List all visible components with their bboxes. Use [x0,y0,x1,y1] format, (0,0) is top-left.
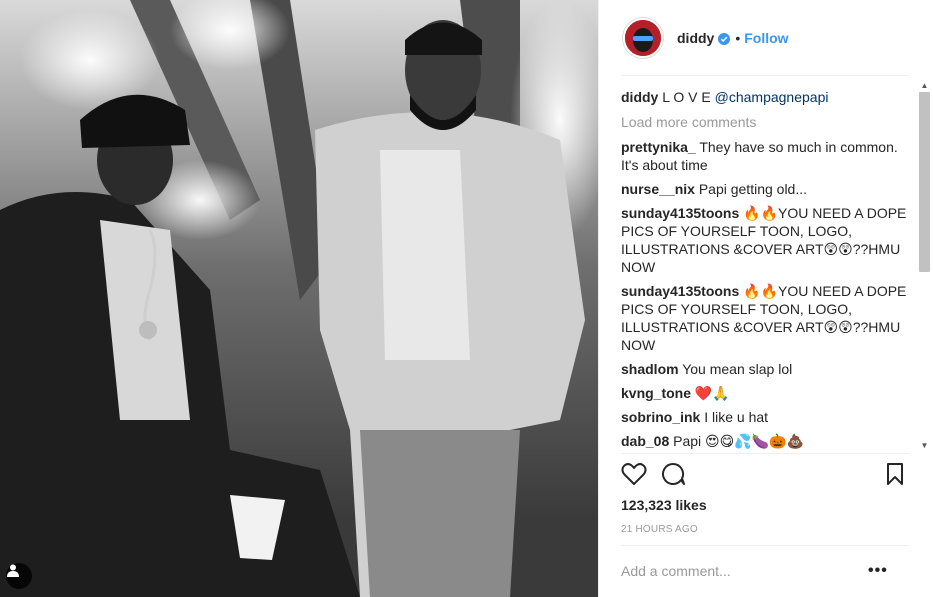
instagram-post: diddy • Follow diddy L O V E @champagnep… [0,0,933,597]
likes-count[interactable]: 123,323 likes [621,497,707,513]
actions-divider [621,453,909,454]
comment-item: sobrino_ink I like u hat [621,408,917,426]
verified-badge-icon [718,32,731,45]
save-button[interactable] [885,462,913,490]
comment-username[interactable]: kvng_tone [621,385,691,401]
caption-text: L O V E [662,89,715,105]
comments-list[interactable]: diddy L O V E @champagnepapi Load more c… [621,80,917,452]
comment-username[interactable]: sunday4135toons [621,205,739,221]
bookmark-icon [887,463,903,485]
load-more-comments[interactable]: Load more comments [621,114,917,130]
comment-username[interactable]: sunday4135toons [621,283,739,299]
comment-text: I like u hat [704,409,769,425]
scroll-up-arrow-icon[interactable]: ▲ [916,78,933,92]
more-options-button[interactable]: ••• [868,562,890,580]
avatar[interactable] [623,17,663,58]
comment-text: Papi getting old... [698,181,808,197]
comment-item: kvng_tone ❤️🙏 [621,384,917,402]
comment-item: shadlom You mean slap lol [621,360,917,378]
photo-illustration [0,0,598,597]
follow-button[interactable]: Follow [744,30,788,46]
comment-item: sunday4135toons 🔥🔥YOU NEED A DOPE PICS O… [621,204,917,276]
user-tag-icon[interactable] [6,563,32,589]
comment-text: Papi 😍😋💦🍆🎃💩 [673,433,804,449]
header-username[interactable]: diddy [677,30,714,46]
comment-username[interactable]: nurse__nix [621,181,695,197]
comment-username[interactable]: prettynika_ [621,139,696,155]
comments-scrollbar[interactable]: ▲ ▼ [916,78,933,452]
add-comment-input[interactable] [621,560,871,582]
header-divider [621,75,909,76]
heart-icon [621,463,647,485]
comment-text: ❤️🙏 [694,385,730,401]
caption-username[interactable]: diddy [621,89,658,105]
post-actions [621,462,911,492]
comment-username[interactable]: sobrino_ink [621,409,700,425]
separator-dot: • [735,29,741,46]
post-timestamp[interactable]: 21 HOURS AGO [621,524,698,535]
comment-username[interactable]: shadlom [621,361,679,377]
comment-text: You mean slap lol [682,361,793,377]
comment-item: nurse__nix Papi getting old... [621,180,917,198]
input-divider [621,545,909,546]
post-photo[interactable] [0,0,598,597]
comment-button[interactable] [661,462,689,490]
comment-item: prettynika_ They have so much in common.… [621,138,917,174]
like-button[interactable] [621,462,649,490]
post-side-panel: diddy • Follow diddy L O V E @champagnep… [598,0,933,597]
comment-bubble-icon [662,462,685,485]
caption-mention[interactable]: @champagnepapi [715,89,829,105]
caption: diddy L O V E @champagnepapi [621,88,917,106]
scroll-thumb[interactable] [919,92,930,272]
post-header: diddy • Follow [599,0,933,75]
avatar-image-icon [625,19,661,56]
scroll-down-arrow-icon[interactable]: ▼ [916,438,933,452]
comment-item: dab_08 Papi 😍😋💦🍆🎃💩 [621,432,917,450]
comment-item: sunday4135toons 🔥🔥YOU NEED A DOPE PICS O… [621,282,917,354]
comment-username[interactable]: dab_08 [621,433,669,449]
